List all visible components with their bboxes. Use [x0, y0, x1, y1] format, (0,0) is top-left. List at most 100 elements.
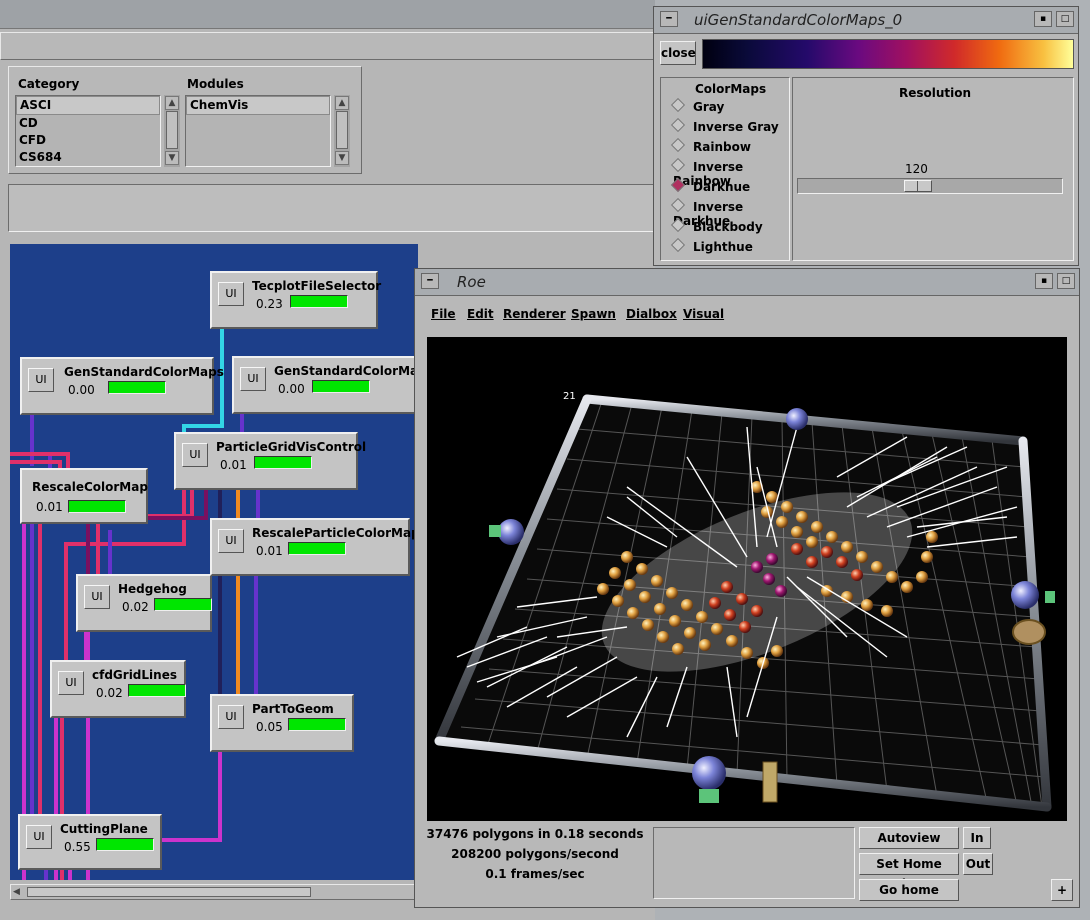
scroll-thumb[interactable] [27, 887, 311, 897]
list-item[interactable]: ASCI [16, 96, 160, 115]
radio-inverse-gray[interactable]: Inverse Gray [670, 117, 779, 140]
radio-diamond-icon[interactable] [670, 97, 686, 113]
module-time: 0.02 [96, 686, 123, 700]
autoview-button[interactable]: Autoview [859, 827, 959, 849]
window-menu-icon[interactable]: ━ [421, 273, 439, 289]
module-genstandardcolormaps-2[interactable]: UI GenStandardColorMaps 0.00 [232, 356, 418, 414]
modules-header: Modules [187, 77, 244, 91]
window-menu-icon[interactable]: ━ [660, 11, 678, 27]
radio-gray[interactable]: Gray [670, 97, 724, 120]
zoom-in-button[interactable]: In [963, 827, 991, 849]
ui-button[interactable]: UI [218, 705, 244, 729]
module-time: 0.05 [256, 720, 283, 734]
modules-scrollbar[interactable]: ▲ ▼ [334, 95, 350, 167]
module-browser-panel: Category Modules ASCI CD CFD CS684 ▲ ▼ C… [8, 66, 362, 174]
module-genstandardcolormaps[interactable]: UI GenStandardColorMaps 0.00 [20, 357, 224, 415]
radio-diamond-icon[interactable] [670, 117, 686, 133]
resolution-slider[interactable] [797, 178, 1063, 194]
resolution-value: 120 [905, 162, 928, 176]
menu-spawn[interactable]: Spawn [571, 307, 616, 321]
scroll-left-icon[interactable]: ◀ [13, 887, 20, 897]
go-home-button[interactable]: Go home [859, 879, 959, 901]
scroll-down-icon[interactable]: ▼ [165, 151, 179, 165]
module-rescaleparticlecolormap[interactable]: UI RescaleParticleColorMap 0.01 [210, 518, 418, 576]
window-title: uiGenStandardColorMaps_0 [694, 11, 903, 29]
module-hedgehog[interactable]: UI Hedgehog 0.02 [76, 574, 212, 632]
module-cuttingplane[interactable]: UI CuttingPlane 0.55 [18, 814, 162, 870]
radio-darkhue[interactable]: Darkhue [670, 177, 750, 200]
module-tecplotfileselector[interactable]: UI TecplotFileSelector 0.23 [210, 271, 382, 329]
canvas-horizontal-scrollbar[interactable]: ◀ [10, 884, 418, 900]
module-particlegridviscontrol[interactable]: UI ParticleGridVisControl 0.01 [174, 432, 366, 490]
module-name: CuttingPlane [60, 822, 148, 836]
radio-diamond-selected-icon[interactable] [670, 177, 686, 193]
module-time: 0.02 [122, 600, 149, 614]
scene-render: 21 [434, 391, 1055, 812]
network-canvas[interactable]: UI TecplotFileSelector 0.23 UI GenStanda… [10, 244, 418, 880]
module-parttogeom[interactable]: UI PartToGeom 0.05 [210, 694, 354, 752]
radio-diamond-icon[interactable] [670, 157, 686, 173]
module-name: ParticleGridVisControl [216, 440, 367, 454]
maximize-icon[interactable]: □ [1056, 11, 1074, 27]
radio-rainbow[interactable]: Rainbow [670, 137, 751, 160]
menu-visual[interactable]: Visual [683, 307, 724, 321]
colormaps-panel: ColorMaps Gray Inverse Gray Rainbow Inve… [660, 77, 790, 261]
module-progress [108, 381, 166, 394]
set-home-view-button[interactable]: Set Home View [859, 853, 959, 891]
menu-renderer[interactable]: Renderer [503, 307, 566, 321]
scroll-down-icon[interactable]: ▼ [335, 151, 349, 165]
ui-button[interactable]: UI [218, 529, 244, 553]
radio-inverse-darkhue[interactable]: Inverse Darkhue [670, 197, 789, 228]
close-button[interactable]: close [660, 41, 696, 65]
expand-button[interactable]: + [1051, 879, 1073, 901]
radio-lighthue[interactable]: Lighthue [670, 237, 753, 260]
window-title: Roe [457, 273, 486, 291]
module-cfdgridlines[interactable]: UI cfdGridLines 0.02 [50, 660, 186, 718]
scroll-up-icon[interactable]: ▲ [165, 96, 179, 110]
scroll-up-icon[interactable]: ▲ [335, 96, 349, 110]
list-item[interactable]: CFD [16, 132, 160, 149]
menu-edit[interactable]: Edit [467, 307, 494, 321]
ui-button[interactable]: UI [28, 368, 54, 392]
ui-button[interactable]: UI [26, 825, 52, 849]
ui-button[interactable]: UI [240, 367, 266, 391]
module-time: 0.23 [256, 297, 283, 311]
module-name: TecplotFileSelector [252, 279, 382, 293]
list-item[interactable]: CD [16, 115, 160, 132]
radio-blackbody[interactable]: Blackbody [670, 217, 763, 240]
module-progress [312, 380, 370, 393]
modules-list[interactable]: ChemVis [185, 95, 331, 167]
minimize-icon[interactable]: ▪ [1035, 273, 1053, 289]
radio-diamond-icon[interactable] [670, 137, 686, 153]
ui-button[interactable]: UI [84, 585, 110, 609]
list-item[interactable]: CS684 [16, 149, 160, 166]
radio-inverse-rainbow[interactable]: Inverse Rainbow [670, 157, 789, 188]
module-name: Hedgehog [118, 582, 187, 596]
stat-frames-per-second: 0.1 frames/sec [485, 867, 585, 881]
ui-button[interactable]: UI [58, 671, 84, 695]
menu-file[interactable]: File [431, 307, 456, 321]
list-item[interactable]: ChemVis [186, 96, 330, 115]
ui-button[interactable]: UI [182, 443, 208, 467]
radio-diamond-icon[interactable] [670, 237, 686, 253]
module-progress [128, 684, 186, 697]
colormap-titlebar[interactable]: ━ uiGenStandardColorMaps_0 ▪ □ [654, 7, 1078, 34]
radio-diamond-icon[interactable] [670, 217, 686, 233]
module-time: 0.00 [278, 382, 305, 396]
category-scrollbar[interactable]: ▲ ▼ [164, 95, 180, 167]
radio-diamond-icon[interactable] [670, 197, 686, 213]
category-list[interactable]: ASCI CD CFD CS684 [15, 95, 161, 167]
module-progress [154, 598, 212, 611]
3d-viewport[interactable]: 21 [427, 337, 1067, 821]
module-time: 0.01 [220, 458, 247, 472]
menu-dialbox[interactable]: Dialbox [626, 307, 677, 321]
slider-thumb[interactable] [904, 180, 932, 192]
scroll-thumb[interactable] [166, 111, 178, 149]
scroll-thumb[interactable] [336, 111, 348, 149]
module-rescalecolormap[interactable]: RescaleColorMap 0.01 [20, 468, 148, 524]
ui-button[interactable]: UI [218, 282, 244, 306]
minimize-icon[interactable]: ▪ [1034, 11, 1052, 27]
maximize-icon[interactable]: □ [1057, 273, 1075, 289]
zoom-out-button[interactable]: Out [963, 853, 993, 875]
roe-titlebar[interactable]: ━ Roe ▪ □ [415, 269, 1079, 296]
